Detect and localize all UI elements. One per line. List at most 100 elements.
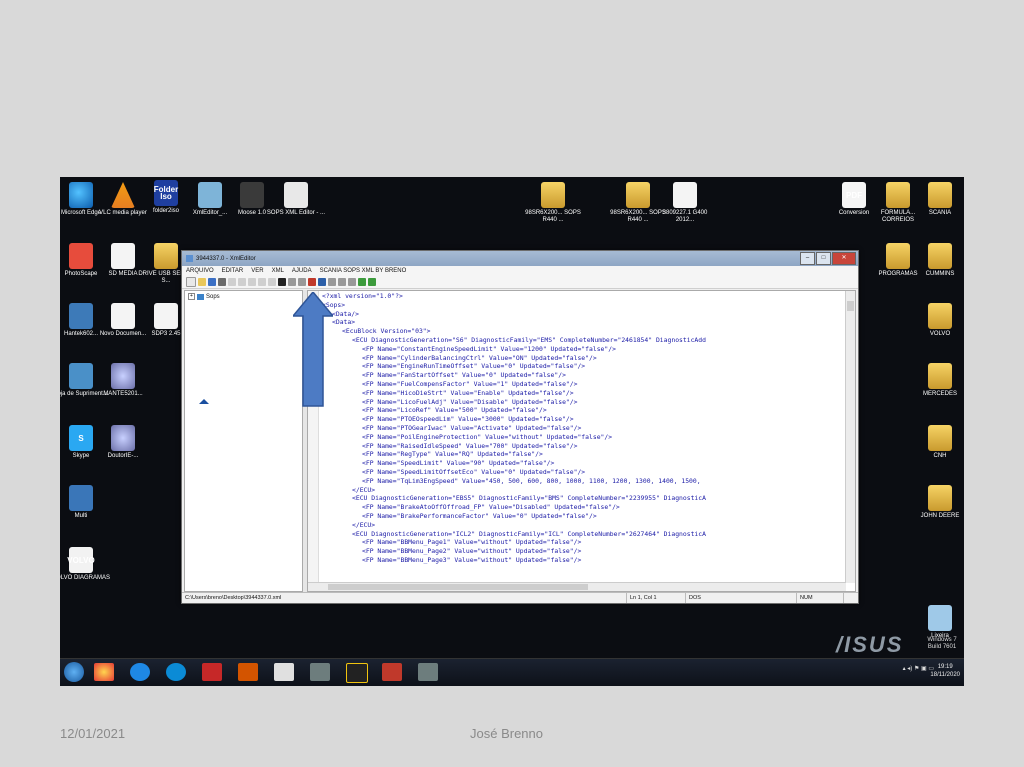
print-icon[interactable] <box>218 278 226 286</box>
redo-icon[interactable] <box>268 278 276 286</box>
status-line-ending: DOS <box>686 593 797 603</box>
xml-code-editor[interactable]: <?xml version="1.0"?> <Sops> <Data/> <Data>… <box>307 290 856 592</box>
menu-ver[interactable]: VER <box>251 268 263 274</box>
folder-icon <box>928 363 952 389</box>
find-icon[interactable] <box>278 278 286 286</box>
desktop-icon[interactable]: CNH <box>908 425 964 460</box>
desktop-screenshot: Microsoft Edge VLC media player Folder Iso… <box>60 177 964 686</box>
document-icon <box>673 182 697 208</box>
format-icon[interactable] <box>318 278 326 286</box>
acrobat-icon[interactable] <box>382 663 402 681</box>
chrome-icon[interactable] <box>94 663 114 681</box>
undo-icon[interactable] <box>258 278 266 286</box>
highlight-icon[interactable] <box>308 278 316 286</box>
desktop-icon[interactable]: DoutorIE-... <box>91 425 155 460</box>
cut-icon[interactable] <box>228 278 236 286</box>
paste-icon[interactable] <box>248 278 256 286</box>
code-line: <FP Name="BBMenu_Page3" Value="without" … <box>362 555 582 564</box>
footer-date: 12/01/2021 <box>60 726 126 741</box>
code-line: <FP Name="FanStartOffset" Value="0" Upda… <box>362 371 566 380</box>
desktop-icon-label: VOLVO <box>929 331 951 337</box>
open-folder-icon[interactable] <box>198 278 206 286</box>
code-line: <Data> <box>332 318 356 327</box>
desktop-icon[interactable]: SCANIA <box>908 182 964 217</box>
refresh-icon[interactable] <box>368 278 376 286</box>
outdent-icon[interactable] <box>338 278 346 286</box>
find-next-icon[interactable] <box>288 278 296 286</box>
edge-taskbar-icon[interactable] <box>166 663 186 681</box>
desktop-icon-label: JOHN DEERE <box>920 513 960 519</box>
edge-icon <box>69 182 93 208</box>
pdf-icon: PDF <box>842 182 866 208</box>
desktop-icon[interactable]: Lixeira <box>908 605 964 640</box>
code-line: <FP Name="SpeedLimitOffsetEco" Value="0"… <box>362 467 586 476</box>
desktop-icon[interactable]: VOLVO VOLVO DIAGRAMAS <box>60 547 113 582</box>
desktop-icon[interactable]: Multi <box>60 485 113 520</box>
menu-editar[interactable]: EDITAR <box>222 268 244 274</box>
vertical-scrollbar[interactable] <box>845 291 855 583</box>
desktop-icon[interactable]: 3809227.1 G400 2012... <box>653 182 717 224</box>
moose-icon <box>240 182 264 208</box>
close-button[interactable]: ✕ <box>832 252 856 265</box>
comment-icon[interactable] <box>348 278 356 286</box>
expand-icon[interactable]: + <box>188 293 195 300</box>
tree-pane[interactable]: + Sops <box>184 290 303 592</box>
folder-icon <box>928 182 952 208</box>
code-line: <FP Name="BrakeAtoOffOffroad_FP" Value="… <box>362 503 620 512</box>
copy-icon[interactable] <box>238 278 246 286</box>
powerpoint-icon[interactable] <box>238 663 258 681</box>
xml-editor-window[interactable]: 3944337.0 - XmlEditor – □ ✕ ARQUIVO EDIT… <box>181 250 859 604</box>
desktop-icon[interactable]: MANTE5201... <box>91 363 155 398</box>
folder-icon <box>928 243 952 269</box>
code-line: <FP Name="PTOGearIwac" Value="Activate" … <box>362 423 582 432</box>
replace-icon[interactable] <box>298 278 306 286</box>
desktop-icon-label: Multi <box>74 513 88 519</box>
new-file-icon[interactable] <box>186 277 196 287</box>
menu-bar: ARQUIVO EDITAR VER XML AJUDA SCANIA SOPS… <box>182 266 858 276</box>
code-line: <FP Name="BBMenu_Page2" Value="without" … <box>362 547 582 556</box>
desktop-icon[interactable]: SOPS XML Editor - ... <box>264 182 328 217</box>
internet-explorer-icon[interactable] <box>130 663 150 681</box>
annotation-arrow-icon <box>293 292 333 407</box>
menu-scania-sops[interactable]: SCANIA SOPS XML BY BRENO <box>320 268 407 274</box>
desktop-icon-label: 3809227.1 G400 2012... <box>662 210 708 223</box>
horizontal-scrollbar[interactable] <box>308 582 846 591</box>
xml-editor-icon <box>198 182 222 208</box>
code-line: </ECU> <box>352 485 376 494</box>
taskbar: ▴ ◂) ⚑ ▣ ▭ 19:19 18/11/2020 <box>60 658 964 686</box>
menu-ajuda[interactable]: AJUDA <box>292 268 312 274</box>
desktop-icon[interactable]: MERCEDES <box>908 363 964 398</box>
desktop-icon[interactable]: VOLVO <box>908 303 964 338</box>
validate-icon[interactable] <box>358 278 366 286</box>
system-tray[interactable]: ▴ ◂) ⚑ ▣ ▭ <box>903 665 934 672</box>
window-titlebar[interactable]: 3944337.0 - XmlEditor – □ ✕ <box>182 251 858 266</box>
start-button[interactable] <box>64 662 84 682</box>
window-title: 3944337.0 - XmlEditor <box>196 255 256 262</box>
desktop-icon[interactable]: JOHN DEERE <box>908 485 964 520</box>
maximize-button[interactable]: □ <box>816 252 831 265</box>
disk-tool-2-icon[interactable] <box>418 663 438 681</box>
disk-tool-icon[interactable] <box>310 663 330 681</box>
menu-arquivo[interactable]: ARQUIVO <box>186 268 214 274</box>
mcafee-icon[interactable] <box>202 663 222 681</box>
tree-item-sops[interactable]: + Sops <box>185 291 302 302</box>
code-line: <Sops> <box>322 300 346 309</box>
menu-xml[interactable]: XML <box>272 268 284 274</box>
desktop-icon[interactable]: CUMMINS <box>908 243 964 278</box>
disc-icon <box>111 425 135 451</box>
notepad-icon[interactable] <box>274 663 294 681</box>
code-line: <FP Name="SpeedLimit" Value="90" Updated… <box>362 459 555 468</box>
desktop-icon[interactable]: 98SR6X200... SOPS R440 ... <box>521 182 585 224</box>
desktop-icon-label: MERCEDES <box>922 391 957 397</box>
code-line: <FP Name="LicoRef" Value="500" Updated="… <box>362 406 547 415</box>
taskbar-clock[interactable]: 19:19 18/11/2020 <box>930 663 960 679</box>
desktop-icon-label: VOLVO DIAGRAMAS <box>60 575 110 581</box>
code-line: <ECU DiagnosticGeneration="ICL2" Diagnos… <box>352 529 706 538</box>
indent-icon[interactable] <box>328 278 336 286</box>
clock-time: 19:19 <box>937 664 953 670</box>
save-icon[interactable] <box>208 278 216 286</box>
sdp3-icon[interactable] <box>346 663 368 683</box>
minimize-button[interactable]: – <box>800 252 815 265</box>
disc-icon <box>111 363 135 389</box>
code-text[interactable]: <?xml version="1.0"?> <Sops> <Data/> <Data>… <box>322 292 845 565</box>
